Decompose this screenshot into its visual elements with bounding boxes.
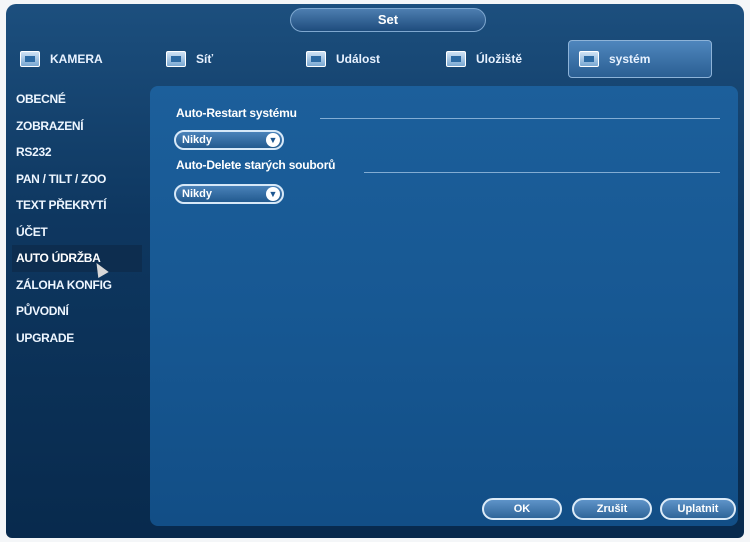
event-icon <box>306 51 326 67</box>
tab-camera[interactable]: KAMERA <box>10 40 138 78</box>
tab-system[interactable]: systém <box>568 40 712 78</box>
auto-restart-label: Auto-Restart systému <box>176 106 297 120</box>
settings-window: Set KAMERA Síť Událost Úložiště systém O… <box>6 4 744 538</box>
auto-delete-select[interactable]: Nikdy ▼ <box>174 184 284 204</box>
system-icon <box>579 51 599 67</box>
tab-network[interactable]: Síť <box>156 40 284 78</box>
sidebar-item-rs232[interactable]: RS232 <box>12 139 142 166</box>
sidebar-item-text-overlay[interactable]: TEXT PŘEKRYTÍ <box>12 192 142 219</box>
sidebar-item-account[interactable]: ÚČET <box>12 219 142 246</box>
chevron-down-icon: ▼ <box>266 187 280 201</box>
auto-restart-select[interactable]: Nikdy ▼ <box>174 130 284 150</box>
sidebar-item-config-backup[interactable]: ZÁLOHA KONFIG <box>12 272 142 299</box>
sidebar-item-pan-tilt-zoom[interactable]: PAN / TILT / ZOO <box>12 166 142 193</box>
auto-delete-label: Auto-Delete starých souborů <box>176 158 336 172</box>
sidebar-item-general[interactable]: OBECNÉ <box>12 86 142 113</box>
tab-event[interactable]: Událost <box>296 40 426 78</box>
tab-label: Úložiště <box>476 52 523 66</box>
window-title: Set <box>290 8 486 32</box>
cancel-button[interactable]: Zrušit <box>572 498 652 520</box>
tab-label: Síť <box>196 52 214 66</box>
tab-storage[interactable]: Úložiště <box>436 40 566 78</box>
sidebar: OBECNÉ ZOBRAZENÍ RS232 PAN / TILT / ZOO … <box>12 86 142 351</box>
select-value: Nikdy <box>182 134 212 146</box>
storage-icon <box>446 51 466 67</box>
sidebar-item-display[interactable]: ZOBRAZENÍ <box>12 113 142 140</box>
camera-icon <box>20 51 40 67</box>
section-divider <box>320 118 720 119</box>
sidebar-item-default[interactable]: PŮVODNÍ <box>12 298 142 325</box>
select-value: Nikdy <box>182 188 212 200</box>
tab-label: systém <box>609 52 651 66</box>
section-divider <box>364 172 720 173</box>
tab-label: Událost <box>336 52 381 66</box>
apply-button[interactable]: Uplatnit <box>660 498 736 520</box>
network-icon <box>166 51 186 67</box>
chevron-down-icon: ▼ <box>266 133 280 147</box>
tab-label: KAMERA <box>50 52 103 66</box>
content-panel: Auto-Restart systému Nikdy ▼ Auto-Delete… <box>150 86 738 526</box>
sidebar-item-upgrade[interactable]: UPGRADE <box>12 325 142 352</box>
main-tabs: KAMERA Síť Událost Úložiště systém <box>6 36 744 82</box>
sidebar-item-auto-maintain[interactable]: AUTO ÚDRŽBA <box>12 245 142 272</box>
ok-button[interactable]: OK <box>482 498 562 520</box>
